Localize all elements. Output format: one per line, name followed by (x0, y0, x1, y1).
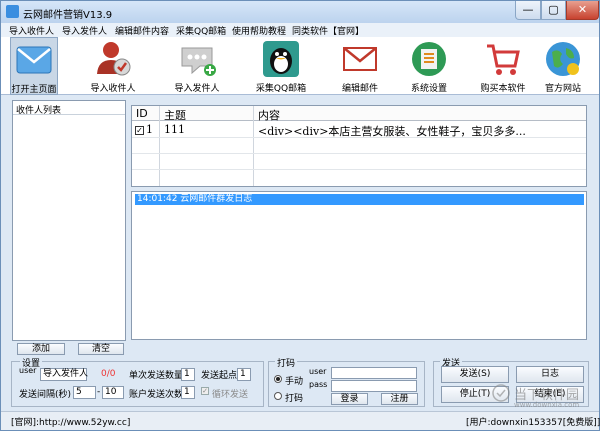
globe-icon (546, 42, 580, 76)
recipient-list-header: 收件人列表 (13, 101, 125, 116)
user-check-icon (97, 42, 131, 76)
watermark: 当下软件园 www.downxia.com (490, 376, 590, 416)
loop-send-label: 循环发送 (212, 390, 249, 400)
maximize-button[interactable]: ▢ (541, 1, 566, 20)
watermark-url: www.downxia.com (514, 401, 580, 409)
menu-help[interactable]: 使用帮助教程 (232, 24, 286, 37)
sender-counter: 0/0 (101, 369, 116, 379)
manual-radio-label: 手动 (285, 377, 304, 387)
toolbar-buy-software[interactable]: 购买本软件 (475, 37, 531, 95)
start-point-label: 发送起点 (201, 371, 238, 381)
toolbar-label: 导入收件人 (90, 84, 136, 94)
captcha-pass-input[interactable] (331, 380, 417, 392)
column-id[interactable]: ID (136, 107, 148, 120)
toolbar-import-senders[interactable]: 导入发件人 (168, 37, 226, 95)
send-log: 14:01:42 云网邮件群发日志 (131, 191, 587, 340)
app-window: 云网邮件营销V13.9 — ▢ ✕ 导入收件人 导入发件人 编辑邮件内容 采集Q… (0, 0, 600, 431)
import-sender-field[interactable]: 导入发件人 (40, 368, 88, 381)
interval-separator: - (97, 387, 101, 397)
settings-user-label: user (19, 366, 37, 375)
chat-bubble-icon (181, 47, 216, 76)
envelope-icon (16, 46, 52, 74)
log-line[interactable]: 14:01:42 云网邮件群发日志 (135, 194, 584, 205)
account-send-label: 账户发送次数 (129, 390, 184, 400)
grid-divider (132, 153, 586, 154)
menu-official-site[interactable]: 同类软件【官网】 (292, 24, 364, 37)
grid-divider (159, 106, 160, 186)
interval-to-field[interactable]: 10 (102, 386, 124, 399)
single-send-label: 单次发送数量 (129, 371, 184, 381)
menu-edit-mail[interactable]: 编辑邮件内容 (115, 24, 169, 37)
watermark-logo-icon (492, 384, 510, 402)
qq-penguin-icon (263, 41, 299, 77)
settings-list-icon (412, 42, 446, 76)
toolbar-official-site[interactable]: 官方网站 (535, 37, 591, 95)
close-button[interactable]: ✕ (566, 1, 599, 20)
auto-radio-label: 打码 (285, 394, 304, 404)
row-checkbox[interactable]: ✓ (135, 126, 144, 135)
status-user: [用户:downxin153357[免费版]] (466, 418, 600, 428)
interval-label: 发送间隔(秒) (19, 390, 72, 400)
cart-icon (487, 44, 520, 75)
row-subject: 111 (164, 123, 185, 136)
single-send-field[interactable]: 1 (181, 368, 195, 381)
toolbar-open-home[interactable]: 打开主页面 (10, 37, 58, 95)
minimize-button[interactable]: — (515, 1, 541, 20)
toolbar-label: 采集QQ邮箱 (255, 84, 307, 94)
grid-divider (253, 106, 254, 186)
captcha-group-title: 打码 (275, 356, 298, 369)
mail-grid[interactable]: ID 主题 内容 ✓ 1 111 <div><div>本店主营女服装、女性鞋子，… (131, 105, 587, 187)
settings-group: 设置 user 导入发件人 0/0 单次发送数量 1 发送起点 1 发送间隔(秒… (11, 356, 264, 407)
column-content[interactable]: 内容 (258, 107, 280, 123)
add-recipient-button[interactable]: 添加 (17, 343, 65, 355)
start-point-field[interactable]: 1 (237, 368, 251, 381)
row-id: 1 (146, 123, 153, 136)
app-icon (6, 5, 19, 18)
captcha-group: 打码 手动 打码 user pass 登录 注册 (268, 356, 425, 407)
captcha-user-input[interactable] (331, 367, 417, 379)
captcha-user-label: user (309, 367, 327, 376)
window-title: 云网邮件营销V13.9 (23, 10, 113, 21)
toolbar-import-recipients[interactable]: 导入收件人 (84, 37, 142, 95)
status-website[interactable]: [官网]:http://www.52yw.cc] (11, 415, 130, 428)
manual-radio[interactable] (274, 375, 282, 383)
grid-header: ID 主题 内容 (132, 106, 586, 123)
toolbar-collect-qq[interactable]: 采集QQ邮箱 (252, 37, 310, 95)
toolbar-label: 编辑邮件 (341, 84, 378, 94)
toolbar-label: 系统设置 (410, 84, 447, 94)
column-subject[interactable]: 主题 (164, 107, 186, 123)
menu-bar: 导入收件人 导入发件人 编辑邮件内容 采集QQ邮箱 使用帮助教程 同类软件【官网… (1, 23, 599, 37)
loop-send-checkbox[interactable]: ✓ (201, 387, 209, 395)
clear-recipients-button[interactable]: 清空 (78, 343, 124, 355)
account-send-field[interactable]: 1 (181, 386, 195, 399)
toolbar: 打开主页面 导入收件人 导入发件人 采集QQ邮箱 编辑邮件 系统设置 购买本软件… (1, 37, 599, 95)
toolbar-label: 官方网站 (544, 84, 581, 94)
captcha-pass-label: pass (309, 380, 328, 389)
register-button[interactable]: 注册 (381, 393, 418, 405)
menu-collect-qq[interactable]: 采集QQ邮箱 (176, 24, 226, 37)
toolbar-label: 打开主页面 (11, 85, 57, 95)
menu-import-senders[interactable]: 导入发件人 (62, 24, 107, 37)
auto-radio[interactable] (274, 392, 282, 400)
login-button[interactable]: 登录 (331, 393, 368, 405)
toolbar-edit-mail[interactable]: 编辑邮件 (335, 37, 385, 95)
row-content: <div><div>本店主营女服装、女性鞋子，宝贝多多... (258, 125, 526, 138)
toolbar-label: 购买本软件 (480, 84, 526, 94)
title-bar: 云网邮件营销V13.9 — ▢ ✕ (1, 1, 599, 23)
toolbar-label: 导入发件人 (174, 84, 220, 94)
grid-divider (132, 169, 586, 170)
menu-import-recipients[interactable]: 导入收件人 (9, 24, 54, 37)
toolbar-system-settings[interactable]: 系统设置 (404, 37, 454, 95)
interval-from-field[interactable]: 5 (73, 386, 96, 399)
recipient-list[interactable]: 收件人列表 (12, 100, 126, 341)
mail-edit-icon (343, 47, 377, 71)
